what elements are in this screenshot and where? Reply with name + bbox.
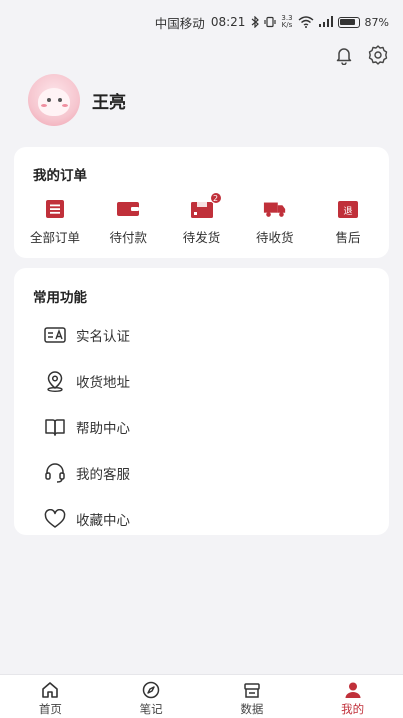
tab-data-label: 数据	[240, 702, 264, 716]
bottom-tab-bar: 首页 笔记 数据 我的	[0, 674, 403, 718]
order-pending-payment-label: 待付款	[109, 230, 147, 245]
customer-service-label: 我的客服	[76, 467, 130, 483]
shipping-address-label: 收货地址	[76, 375, 130, 391]
tab-notes-label: 笔记	[139, 702, 163, 716]
help-center-item[interactable]: 帮助中心	[44, 404, 374, 450]
order-status-row: 全部订单 待付款 2 待发货 待收货 退 售后	[14, 192, 389, 246]
bluetooth-icon	[252, 16, 260, 28]
home-icon	[41, 681, 59, 699]
order-pending-payment-button[interactable]: 待付款	[95, 198, 161, 246]
shipping-address-item[interactable]: 收货地址	[44, 358, 374, 404]
username: 王亮	[92, 92, 126, 113]
avatar[interactable]	[28, 74, 80, 126]
location-icon	[44, 370, 66, 392]
order-all-button[interactable]: 全部订单	[22, 198, 88, 246]
order-pending-receipt-label: 待收货	[255, 230, 294, 245]
headset-icon	[44, 462, 66, 484]
orders-card: 我的订单 全部订单 待付款 2 待发货 待收货 退 售后	[14, 147, 389, 258]
status-icons: 3.3 K/s 87%	[251, 15, 389, 29]
tab-data[interactable]: 数据	[212, 681, 292, 717]
wallet-icon	[116, 198, 140, 220]
battery-icon	[337, 16, 360, 28]
battery-percent: 87%	[364, 15, 389, 29]
tab-mine-label: 我的	[341, 702, 365, 716]
tab-notes[interactable]: 笔记	[111, 681, 191, 717]
orders-title: 我的订单	[33, 168, 87, 184]
clock-label: 08:21	[210, 15, 246, 29]
help-center-label: 帮助中心	[76, 421, 130, 437]
carrier-label: 中国移动	[154, 15, 205, 31]
truck-icon	[263, 198, 287, 220]
order-pending-shipment-button[interactable]: 2 待发货	[169, 192, 235, 246]
order-after-sales-label: 售后	[335, 230, 361, 245]
store-icon	[243, 681, 261, 699]
list-icon	[43, 198, 67, 220]
refund-glyph: 退	[343, 206, 352, 217]
favorites-label: 收藏中心	[76, 513, 130, 529]
real-name-verification-item[interactable]: 实名认证	[44, 312, 374, 358]
speed-unit: K/s	[281, 21, 293, 29]
functions-list: 实名认证 收货地址 帮助中心 我的客服 收藏中心	[44, 312, 374, 542]
tab-home-label: 首页	[38, 702, 62, 716]
heart-icon	[44, 508, 66, 530]
refund-icon: 退	[336, 198, 360, 220]
functions-title: 常用功能	[33, 290, 87, 306]
status-bar: 中国移动 08:21 3.3 K/s 87%	[0, 0, 403, 44]
network-speed: 3.3 K/s	[281, 15, 292, 29]
package-icon: 2	[190, 192, 222, 220]
order-after-sales-button[interactable]: 退 售后	[315, 198, 381, 246]
profile-header[interactable]: 王亮	[28, 74, 126, 126]
id-card-icon	[44, 324, 66, 346]
tab-home[interactable]: 首页	[10, 681, 90, 717]
wifi-icon	[298, 16, 314, 28]
user-icon	[344, 681, 362, 699]
signal-icon	[318, 16, 333, 27]
order-all-label: 全部订单	[29, 230, 80, 245]
customer-service-item[interactable]: 我的客服	[44, 450, 374, 496]
tab-mine[interactable]: 我的	[313, 681, 393, 717]
settings-gear-icon[interactable]	[367, 44, 389, 66]
favorites-item[interactable]: 收藏中心	[44, 496, 374, 542]
top-actions	[333, 44, 389, 66]
functions-card: 常用功能 实名认证 收货地址 帮助中心 我的客服 收藏中心	[14, 268, 389, 535]
order-pending-shipment-label: 待发货	[182, 230, 221, 245]
notification-bell-icon[interactable]	[333, 44, 355, 66]
compass-icon	[142, 681, 160, 699]
book-icon	[44, 416, 66, 438]
order-pending-receipt-button[interactable]: 待收货	[242, 198, 308, 246]
shipment-badge: 2	[209, 192, 222, 204]
real-name-verification-label: 实名认证	[76, 329, 130, 345]
vibrate-icon	[264, 16, 277, 28]
